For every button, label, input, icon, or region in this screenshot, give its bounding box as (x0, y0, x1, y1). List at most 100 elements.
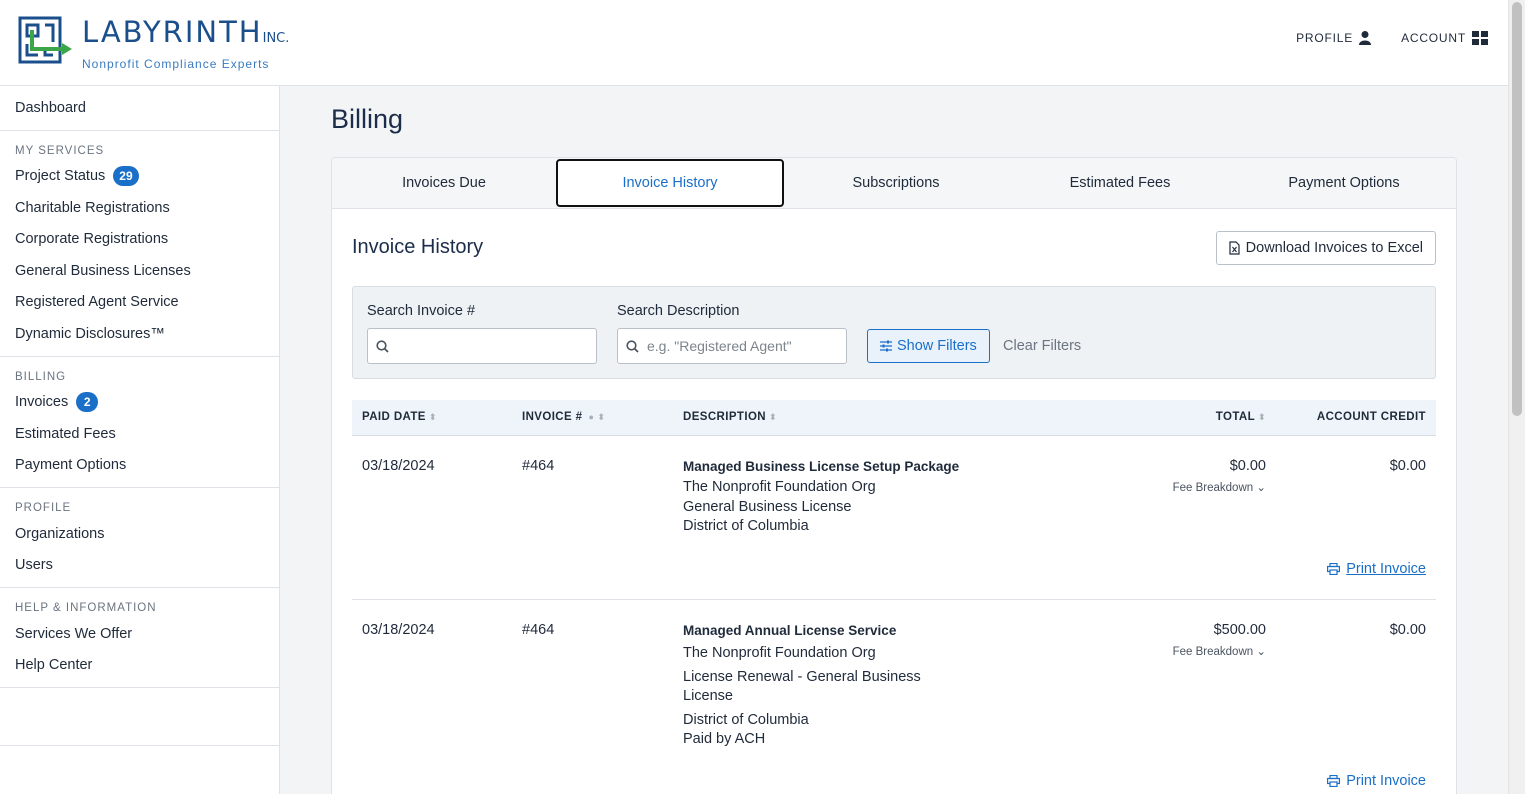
sidebar-item-charitable-registrations[interactable]: Charitable Registrations (15, 192, 264, 224)
sidebar-item-general-business-licenses[interactable]: General Business Licenses (15, 255, 264, 287)
print-invoice-label: Print Invoice (1346, 561, 1426, 577)
search-description-input[interactable]: e.g. "Registered Agent" (617, 328, 847, 364)
project-status-badge: 29 (113, 166, 139, 187)
total-value: $500.00 (1213, 622, 1266, 638)
col-invoice-label: INVOICE # (522, 411, 583, 423)
description: Managed Business License Setup Package T… (683, 459, 959, 537)
account-credit: $0.00 (1389, 458, 1426, 474)
printer-icon (1327, 563, 1341, 575)
sort-icon: ⬍ (428, 411, 437, 422)
sidebar-item-services-we-offer[interactable]: Services We Offer (15, 618, 264, 650)
col-description[interactable]: DESCRIPTION ⬍ (683, 411, 777, 423)
sort-icon: ⬍ (597, 411, 606, 422)
user-icon (1359, 31, 1372, 45)
labyrinth-logo-icon (18, 16, 72, 64)
sidebar-item-help-center[interactable]: Help Center (15, 650, 264, 682)
account-menu[interactable]: ACCOUNT (1401, 31, 1488, 45)
print-invoice-link[interactable]: Print Invoice (1327, 561, 1426, 577)
search-invoice-label: Search Invoice # (367, 303, 476, 319)
sidebar-item-project-status[interactable]: Project Status 29 (15, 161, 264, 193)
tab-invoice-history[interactable]: Invoice History (556, 159, 784, 207)
sidebar-item-estimated-fees[interactable]: Estimated Fees (15, 418, 264, 450)
search-description-placeholder: e.g. "Registered Agent" (647, 338, 792, 354)
sidebar-heading-billing: BILLING (15, 370, 67, 383)
sidebar: Dashboard MY SERVICES Project Status 29 C… (0, 86, 280, 794)
paid-date: 03/18/2024 (362, 458, 435, 474)
sidebar-item-dashboard[interactable]: Dashboard (15, 92, 264, 124)
show-filters-button[interactable]: Show Filters (867, 329, 990, 363)
table-header: PAID DATE ⬍ INVOICE # ● ⬍ DESCRIPTION ⬍ TOTA… (352, 400, 1436, 436)
col-invoice[interactable]: INVOICE # ● ⬍ (522, 411, 605, 423)
tab-subscriptions[interactable]: Subscriptions (784, 158, 1008, 208)
col-paid-date-label: PAID DATE (362, 411, 426, 423)
search-icon (626, 339, 639, 353)
download-excel-button[interactable]: Download Invoices to Excel (1215, 231, 1436, 265)
table-row: 03/18/2024 #464 Managed Annual License S… (352, 600, 1436, 794)
sliders-icon (880, 340, 892, 352)
description-title: Managed Annual License Service (683, 623, 897, 638)
sidebar-item-corporate-registrations[interactable]: Corporate Registrations (15, 224, 264, 256)
clear-filters-link[interactable]: Clear Filters (1003, 338, 1081, 354)
top-header: LABYRINTHINC. Nonprofit Compliance Exper… (0, 0, 1508, 86)
scrollbar-thumb[interactable] (1512, 2, 1522, 416)
chevron-down-icon: ⌄ (1256, 646, 1266, 658)
description-line: The Nonprofit Foundation Org (683, 479, 876, 495)
col-total[interactable]: TOTAL ⬍ (1216, 411, 1266, 423)
tab-payment-options[interactable]: Payment Options (1232, 158, 1456, 208)
search-icon (376, 339, 389, 353)
paid-date: 03/18/2024 (362, 622, 435, 638)
description: Managed Annual License Service The Nonpr… (683, 623, 921, 750)
fee-breakdown-toggle[interactable]: Fee Breakdown ⌄ (1173, 644, 1266, 658)
page-title: Billing (331, 104, 404, 134)
description-line: License Renewal - General Business (683, 668, 921, 685)
chevron-down-icon: ⌄ (1256, 482, 1266, 494)
sidebar-item-label: Project Status (15, 168, 106, 185)
total-value: $0.00 (1229, 458, 1266, 474)
sidebar-item-dynamic-disclosures[interactable]: Dynamic Disclosures™ (15, 318, 264, 350)
excel-file-icon (1229, 241, 1240, 255)
total: $500.00 Fee Breakdown ⌄ (1173, 622, 1266, 658)
tab-estimated-fees[interactable]: Estimated Fees (1008, 158, 1232, 208)
description-line: The Nonprofit Foundation Org (683, 645, 876, 661)
sidebar-item-invoices[interactable]: Invoices 2 (15, 387, 264, 419)
page-scrollbar[interactable] (1508, 0, 1525, 794)
table-row: 03/18/2024 #464 Managed Business License… (352, 436, 1436, 600)
brand-logo[interactable]: LABYRINTHINC. Nonprofit Compliance Exper… (18, 16, 289, 71)
search-invoice-input[interactable] (367, 328, 597, 364)
brand-tagline: Nonprofit Compliance Experts (82, 57, 270, 71)
sort-icon: ⬍ (769, 411, 777, 422)
help-icon: ● (588, 412, 595, 422)
invoices-badge: 2 (76, 392, 99, 413)
grid-icon (1472, 31, 1488, 45)
sidebar-item-registered-agent-service[interactable]: Registered Agent Service (15, 287, 264, 319)
fee-breakdown-toggle[interactable]: Fee Breakdown ⌄ (1173, 480, 1266, 494)
printer-icon (1327, 775, 1341, 787)
fee-breakdown-label: Fee Breakdown (1172, 646, 1254, 658)
description-line: License (683, 688, 733, 704)
download-excel-label: Download Invoices to Excel (1245, 240, 1423, 256)
billing-panel: Invoices Due Invoice History Subscriptio… (331, 157, 1457, 794)
col-total-label: TOTAL (1215, 411, 1256, 423)
account-label: ACCOUNT (1401, 31, 1466, 45)
billing-tabs: Invoices Due Invoice History Subscriptio… (332, 158, 1456, 209)
tab-invoices-due[interactable]: Invoices Due (332, 158, 556, 208)
invoice-number: #464 (522, 458, 555, 474)
description-line: District of Columbia (683, 711, 809, 728)
fee-breakdown-label: Fee Breakdown (1172, 482, 1254, 494)
profile-menu[interactable]: PROFILE (1296, 31, 1372, 45)
sidebar-heading-my-services: MY SERVICES (15, 144, 105, 157)
sidebar-item-payment-options[interactable]: Payment Options (15, 450, 264, 482)
sort-icon: ⬍ (1258, 411, 1266, 422)
col-paid-date[interactable]: PAID DATE ⬍ (362, 411, 437, 423)
description-line: Paid by ACH (683, 731, 766, 747)
col-description-label: DESCRIPTION (683, 411, 766, 423)
invoice-number: #464 (522, 622, 555, 638)
show-filters-label: Show Filters (897, 338, 977, 354)
sidebar-item-organizations[interactable]: Organizations (15, 518, 264, 550)
filter-box: Search Invoice # Search Description e.g.… (352, 286, 1436, 379)
sidebar-item-label: Invoices (15, 394, 69, 411)
search-description-label: Search Description (617, 303, 740, 319)
sidebar-item-users[interactable]: Users (15, 550, 264, 582)
print-invoice-link[interactable]: Print Invoice (1327, 773, 1426, 789)
description-title: Managed Business License Setup Package (683, 459, 960, 474)
